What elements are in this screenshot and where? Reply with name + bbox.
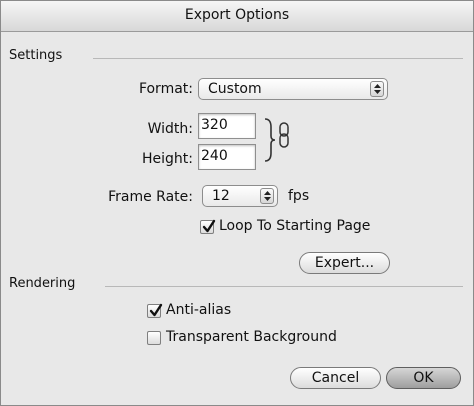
updown-arrows-icon xyxy=(260,188,274,204)
width-field[interactable] xyxy=(198,113,256,139)
transparent-background-checkbox[interactable] xyxy=(147,331,161,345)
loop-checkbox[interactable] xyxy=(200,219,216,234)
format-label: Format: xyxy=(138,81,193,97)
format-value: Custom xyxy=(208,81,262,97)
format-select[interactable]: Custom xyxy=(198,78,388,100)
fps-unit-label: fps xyxy=(288,188,310,204)
ok-button[interactable]: OK xyxy=(386,367,461,389)
checkmark-icon xyxy=(202,219,216,233)
anti-alias-label[interactable]: Anti-alias xyxy=(166,302,231,318)
loop-label[interactable]: Loop To Starting Page xyxy=(219,218,370,234)
settings-divider xyxy=(93,58,463,59)
window-title: Export Options xyxy=(184,7,290,23)
title-bar[interactable]: Export Options xyxy=(1,1,473,32)
rendering-group-label: Rendering xyxy=(9,276,76,291)
chain-link-icon[interactable] xyxy=(278,122,290,148)
width-label: Width: xyxy=(147,121,193,137)
cancel-button[interactable]: Cancel xyxy=(290,367,381,389)
frame-rate-value: 12 xyxy=(212,188,230,204)
height-input[interactable] xyxy=(201,147,251,165)
transparent-background-label[interactable]: Transparent Background xyxy=(166,329,337,345)
expert-button[interactable]: Expert... xyxy=(299,252,390,274)
width-input[interactable] xyxy=(201,116,251,134)
anti-alias-checkbox[interactable] xyxy=(147,303,163,318)
checkmark-icon xyxy=(149,303,163,317)
export-options-dialog: Export Options Settings Format: Custom W… xyxy=(0,0,474,406)
height-field[interactable] xyxy=(198,144,256,170)
height-label: Height: xyxy=(142,151,193,167)
frame-rate-select[interactable]: 12 xyxy=(202,185,278,207)
rendering-divider xyxy=(105,286,463,287)
updown-arrows-icon xyxy=(370,81,384,97)
settings-group-label: Settings xyxy=(9,48,63,63)
frame-rate-label: Frame Rate: xyxy=(108,189,193,205)
